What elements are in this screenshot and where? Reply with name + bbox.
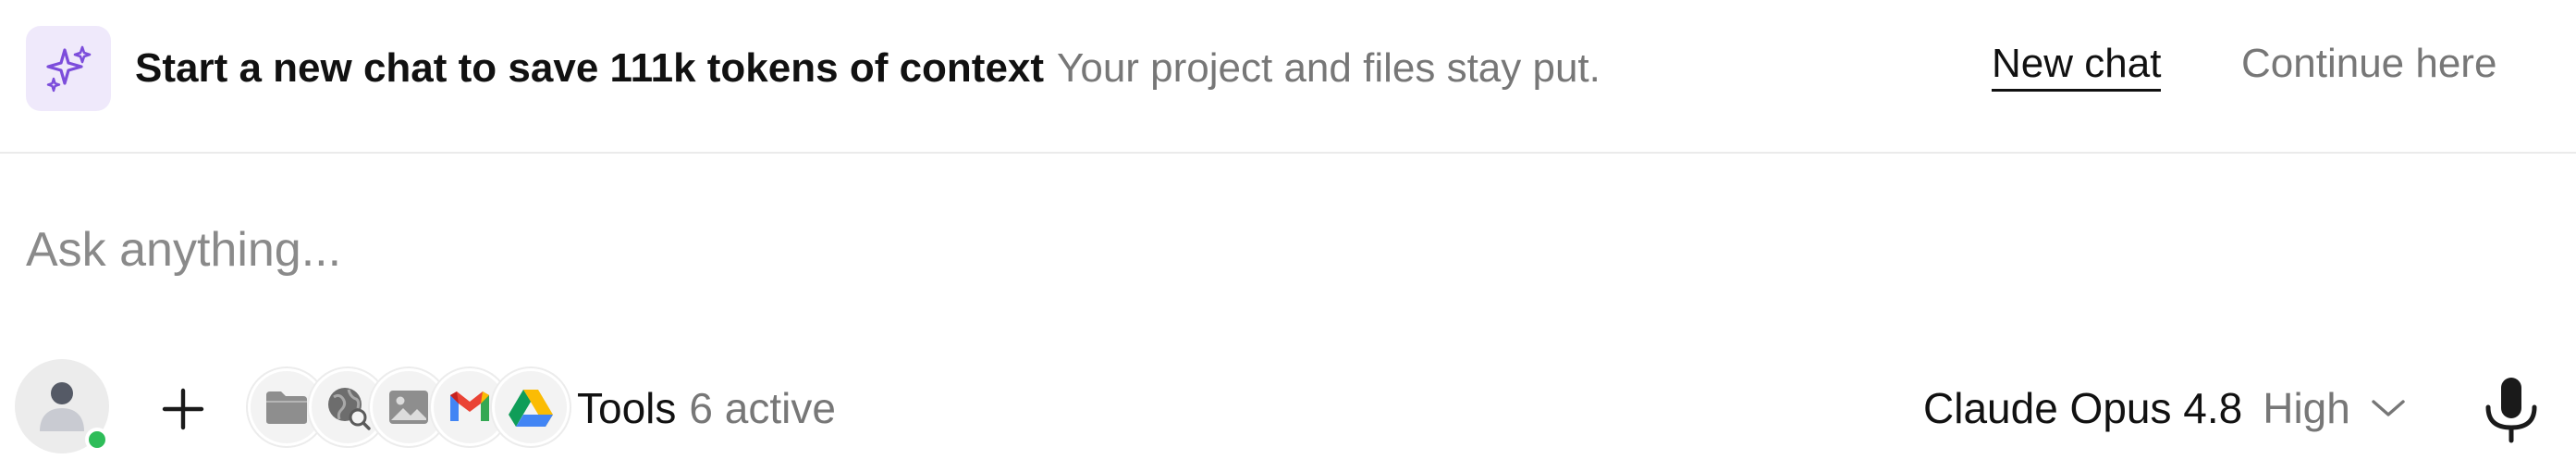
user-icon <box>40 382 84 431</box>
message-input[interactable] <box>26 211 1875 289</box>
banner-message: Start a new chat to save 111k tokens of … <box>135 0 1601 137</box>
tools-label: Tools <box>577 384 677 432</box>
banner-subtitle: Your project and files stay put. <box>1057 45 1601 91</box>
sparkles-icon <box>26 26 111 111</box>
plus-icon <box>162 388 204 430</box>
microphone-icon <box>2485 378 2537 443</box>
tools-active-count: 6 active <box>689 384 836 432</box>
chevron-down-icon <box>2371 398 2406 418</box>
model-selector[interactable]: Claude Opus 4.8 High <box>1923 378 2406 439</box>
new-chat-link[interactable]: New chat <box>1992 41 2162 92</box>
tools-menu-button[interactable]: Tools 6 active <box>577 378 836 439</box>
google-drive-icon <box>492 368 570 446</box>
banner-title: Start a new chat to save 111k tokens of … <box>135 45 1045 91</box>
new-chat-banner: Start a new chat to save 111k tokens of … <box>0 0 2576 154</box>
voice-input-button[interactable] <box>2474 368 2548 452</box>
continue-here-link[interactable]: Continue here <box>2241 41 2496 87</box>
presence-indicator <box>85 428 109 452</box>
model-name: Claude Opus 4.8 <box>1923 384 2243 432</box>
effort-level: High <box>2263 384 2350 432</box>
add-attachment-button[interactable] <box>148 374 218 444</box>
